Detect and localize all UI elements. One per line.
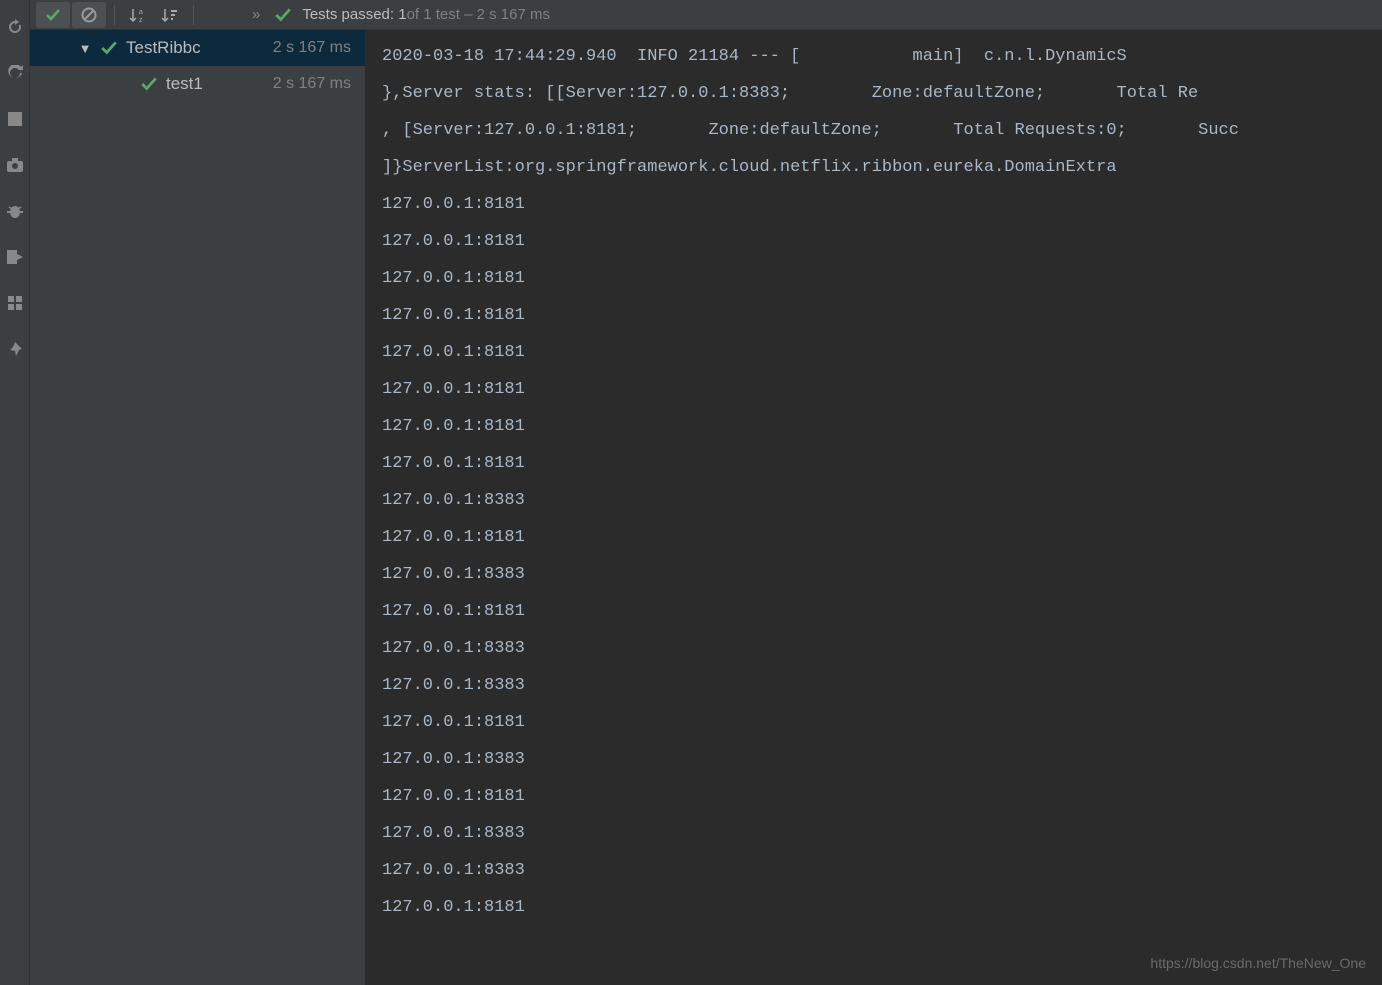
test-status: » Tests passed: 1 of 1 test – 2 s 167 ms [252, 6, 550, 24]
export-icon[interactable] [6, 248, 24, 266]
console-line: 2020-03-18 17:44:29.940 INFO 21184 --- [… [382, 38, 1382, 75]
sort-duration-button[interactable] [155, 2, 185, 28]
test-toolbar: az » Tests passed: 1 of 1 test – 2 s 167… [30, 0, 1382, 30]
test-duration: 2 s 167 ms [273, 75, 351, 93]
refresh-icon[interactable] [6, 64, 24, 82]
test-tree-item[interactable]: ▼ TestRibbc 2 s 167 ms [30, 30, 365, 66]
console-line: 127.0.0.1:8181 [382, 519, 1382, 556]
console-line: 127.0.0.1:8181 [382, 445, 1382, 482]
test-tree[interactable]: ▼ TestRibbc 2 s 167 ms test1 2 s 167 ms [30, 30, 366, 985]
test-duration: 2 s 167 ms [273, 39, 351, 57]
sort-az-button[interactable]: az [123, 2, 153, 28]
check-icon [140, 75, 158, 93]
console-line: 127.0.0.1:8383 [382, 741, 1382, 778]
console-line: 127.0.0.1:8383 [382, 630, 1382, 667]
console-line: 127.0.0.1:8181 [382, 223, 1382, 260]
check-icon [100, 39, 118, 57]
console-output[interactable]: 2020-03-18 17:44:29.940 INFO 21184 --- [… [366, 30, 1382, 985]
console-line: 127.0.0.1:8181 [382, 408, 1382, 445]
chevron-right-icon: » [252, 6, 260, 23]
console-line: 127.0.0.1:8181 [382, 371, 1382, 408]
console-line: 127.0.0.1:8181 [382, 297, 1382, 334]
chevron-down-icon[interactable]: ▼ [78, 41, 92, 56]
svg-text:z: z [139, 17, 143, 23]
sync-icon[interactable] [6, 18, 24, 36]
console-line: },Server stats: [[Server:127.0.0.1:8383;… [382, 75, 1382, 112]
console-line: ]}ServerList:org.springframework.cloud.n… [382, 149, 1382, 186]
separator [193, 5, 194, 25]
show-ignored-button[interactable] [72, 2, 106, 28]
console-line: 127.0.0.1:8181 [382, 778, 1382, 815]
console-line: 127.0.0.1:8181 [382, 186, 1382, 223]
separator [114, 5, 115, 25]
console-line: 127.0.0.1:8181 [382, 334, 1382, 371]
watermark: https://blog.csdn.net/TheNew_One [1150, 955, 1366, 971]
console-line: 127.0.0.1:8383 [382, 556, 1382, 593]
svg-text:a: a [139, 9, 143, 16]
console-line: 127.0.0.1:8383 [382, 667, 1382, 704]
left-tool-strip [0, 0, 30, 985]
camera-icon[interactable] [6, 156, 24, 174]
console-line: 127.0.0.1:8383 [382, 852, 1382, 889]
check-icon [274, 6, 292, 24]
test-name: TestRibbc [126, 38, 201, 58]
status-details: of 1 test – 2 s 167 ms [407, 6, 550, 23]
console-line: 127.0.0.1:8181 [382, 704, 1382, 741]
console-line: 127.0.0.1:8383 [382, 815, 1382, 852]
test-tree-item[interactable]: test1 2 s 167 ms [30, 66, 365, 102]
console-line: 127.0.0.1:8181 [382, 260, 1382, 297]
console-line: 127.0.0.1:8181 [382, 593, 1382, 630]
console-line: , [Server:127.0.0.1:8181; Zone:defaultZo… [382, 112, 1382, 149]
console-line: 127.0.0.1:8383 [382, 482, 1382, 519]
grid-icon[interactable] [6, 294, 24, 312]
status-passed-count: Tests passed: 1 [302, 6, 406, 23]
pin-icon[interactable] [6, 340, 24, 358]
show-passed-button[interactable] [36, 2, 70, 28]
layout-icon[interactable] [6, 110, 24, 128]
test-name: test1 [166, 74, 203, 94]
console-line: 127.0.0.1:8181 [382, 889, 1382, 926]
bug-icon[interactable] [6, 202, 24, 220]
